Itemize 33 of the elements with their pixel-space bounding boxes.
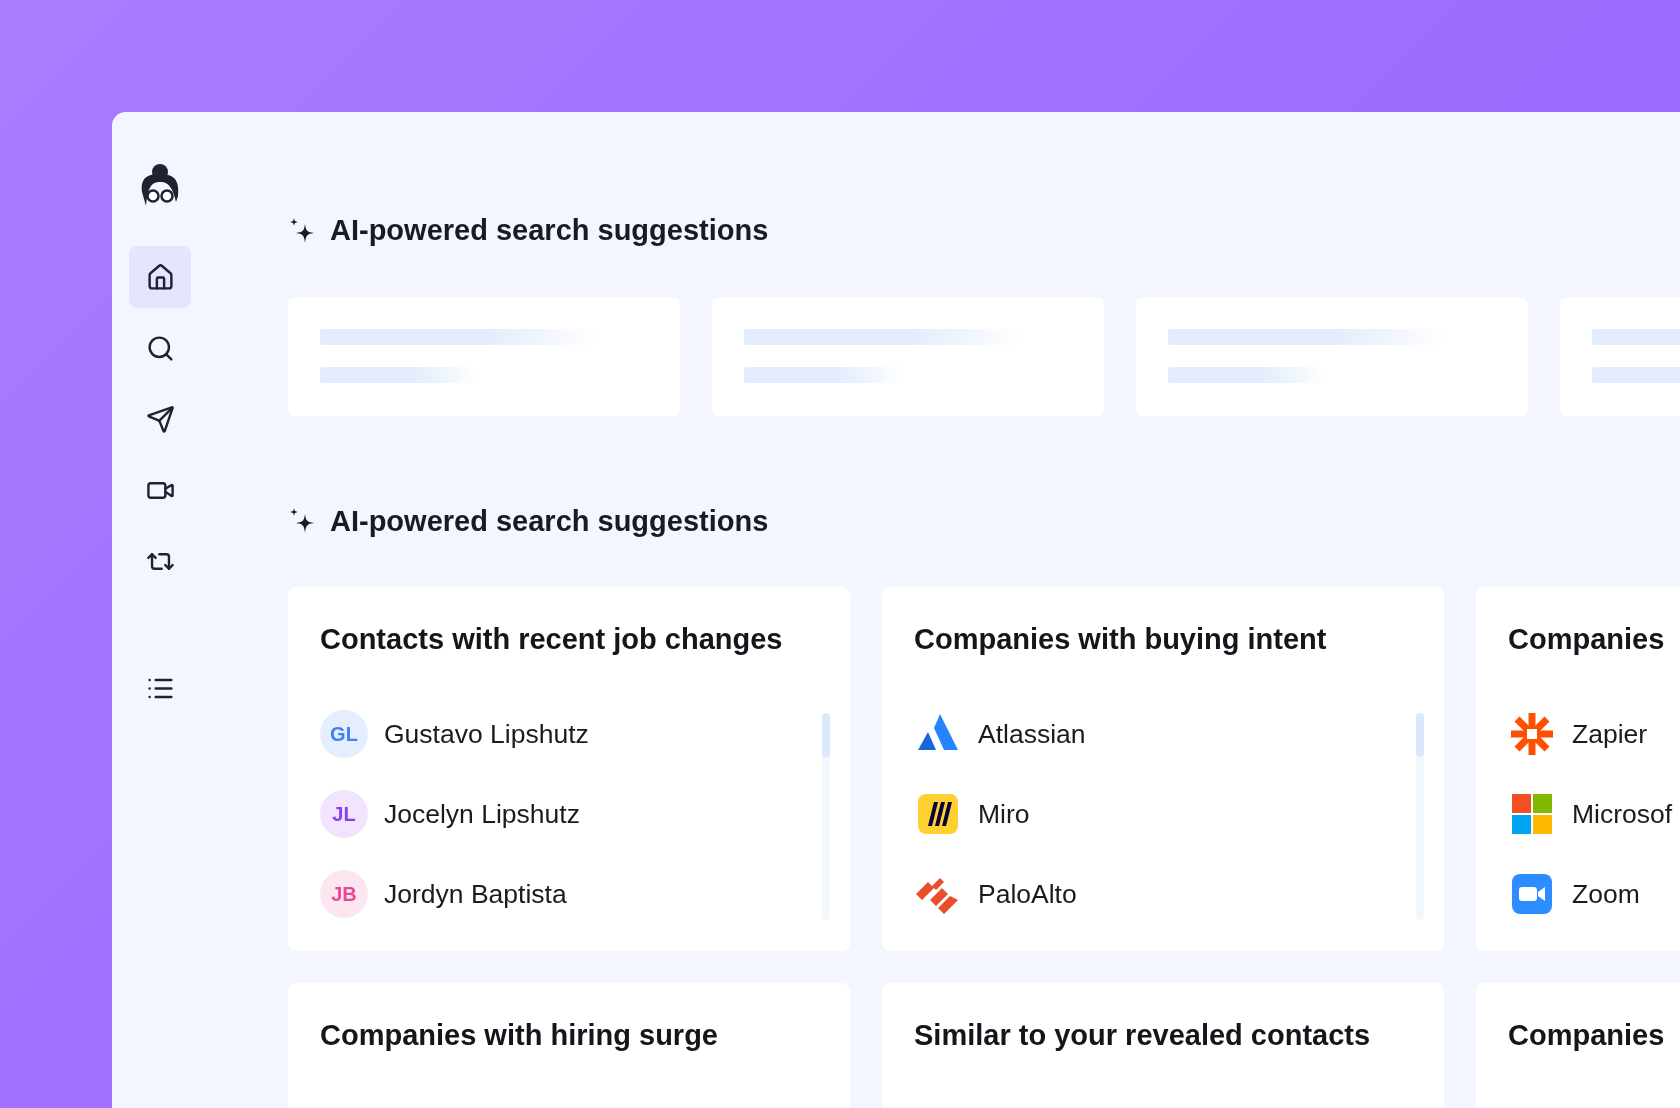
item-name[interactable]: PaloAlto bbox=[978, 878, 1077, 910]
initials-avatar: JB bbox=[320, 870, 368, 918]
suggestion-card[interactable]: Companies with hiring surge bbox=[288, 983, 850, 1108]
initials-avatar: GL bbox=[320, 710, 368, 758]
scrollbar[interactable] bbox=[1416, 713, 1424, 920]
search-icon bbox=[145, 333, 175, 363]
section-title: AI-powered search suggestions bbox=[330, 214, 769, 247]
item-name[interactable]: Zoom bbox=[1572, 878, 1640, 910]
suggestion-card[interactable]: Contacts with recent job changes GL Gustavo Lipshutz JL Jocelyn Lipshutz JB Jordyn Baptista bbox=[288, 587, 850, 951]
suggestion-card[interactable]: Companies bbox=[1476, 983, 1680, 1108]
card-title: Companies bbox=[1508, 1019, 1666, 1052]
suggestion-card[interactable]: Similar to your revealed contacts bbox=[882, 983, 1444, 1108]
initials-avatar: JL bbox=[320, 790, 368, 838]
scrollbar[interactable] bbox=[822, 713, 830, 920]
item-name[interactable]: Miro bbox=[978, 798, 1030, 830]
card-title: Contacts with recent job changes bbox=[320, 623, 784, 656]
home-icon bbox=[145, 262, 175, 292]
card-title: Similar to your revealed contacts bbox=[914, 1019, 1372, 1052]
nav-button[interactable] bbox=[129, 246, 191, 308]
item-name[interactable]: Atlassian bbox=[978, 718, 1086, 750]
suggestion-card[interactable]: Companies Zapier Microsof Zoom bbox=[1476, 587, 1680, 951]
item-name[interactable]: Microsof bbox=[1572, 798, 1673, 830]
item-name[interactable]: Zapier bbox=[1572, 718, 1648, 750]
section-title: AI-powered search suggestions bbox=[330, 504, 769, 538]
card-title: Companies with buying intent bbox=[914, 623, 1328, 656]
asterisk-logo bbox=[1508, 710, 1556, 758]
card-title: Companies with hiring surge bbox=[320, 1019, 719, 1052]
item-name[interactable]: Gustavo Lipshutz bbox=[384, 718, 589, 750]
send-icon bbox=[145, 404, 175, 434]
suggestion-card[interactable]: Companies with buying intent Atlassian Miro PaloAlto bbox=[882, 587, 1444, 951]
item-name[interactable]: Jocelyn Lipshutz bbox=[384, 798, 580, 830]
item-name[interactable]: Jordyn Baptista bbox=[384, 878, 567, 910]
card-title: Companies bbox=[1508, 623, 1666, 656]
